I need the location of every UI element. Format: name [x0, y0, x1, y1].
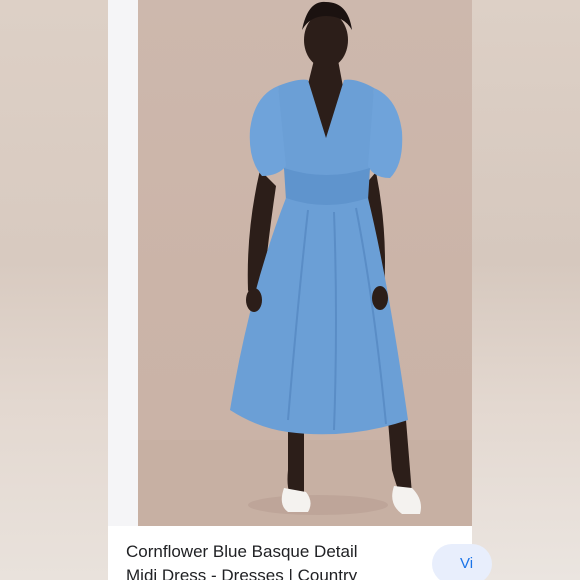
blurred-backdrop-right	[472, 0, 580, 580]
visit-button[interactable]: Vi	[432, 544, 492, 580]
product-title[interactable]: Cornflower Blue Basque Detail Midi Dress…	[126, 540, 426, 580]
head	[304, 12, 348, 68]
left-hand	[246, 288, 262, 312]
image-result-card[interactable]: Cornflower Blue Basque Detail Midi Dress…	[108, 0, 492, 580]
product-image[interactable]	[138, 0, 472, 526]
screenshot-frame: Cornflower Blue Basque Detail Midi Dress…	[0, 0, 580, 580]
right-sleeve	[368, 88, 403, 178]
product-title-line-2: Midi Dress - Dresses | Country	[126, 566, 358, 580]
blurred-backdrop-left	[0, 0, 108, 580]
right-hand	[372, 286, 388, 310]
floor-shadow	[248, 495, 388, 515]
product-title-line-1: Cornflower Blue Basque Detail	[126, 542, 358, 561]
card-gutter	[108, 0, 138, 526]
